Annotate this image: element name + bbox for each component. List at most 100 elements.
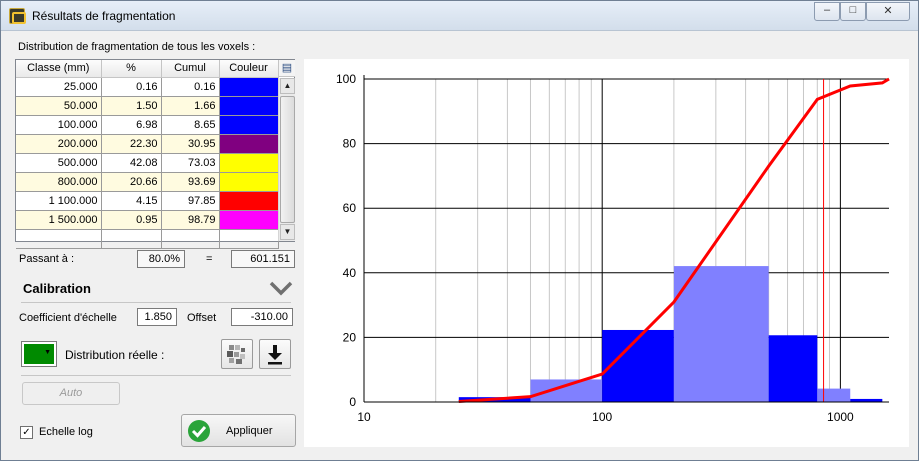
calibration-panel: Calibration Coefficient d'échelle 1.850 … [15, 273, 297, 409]
table-row[interactable]: 25.000 0.16 0.16 [16, 77, 279, 97]
passant-value-field: 601.151 [231, 250, 295, 268]
cell-cumul[interactable]: 73.03 [161, 153, 220, 173]
scroll-up-icon[interactable]: ▲ [280, 78, 295, 94]
cell-pct[interactable]: 20.66 [101, 172, 162, 192]
cell-color-swatch[interactable] [219, 115, 279, 135]
scroll-down-icon[interactable]: ▼ [280, 224, 295, 240]
color-swatch [219, 115, 278, 134]
cell-pct[interactable]: 0.16 [101, 77, 162, 97]
histogram-bar [673, 266, 769, 402]
checkmark-circle-icon [188, 420, 210, 442]
close-button[interactable]: ✕ [866, 2, 910, 21]
chart-svg: 0 20 40 60 80 100 10 100 1000 [336, 72, 890, 424]
table-row[interactable]: 50.000 1.50 1.66 [16, 96, 279, 116]
apply-button[interactable]: Appliquer [181, 414, 296, 447]
table-row[interactable]: 1 500.000 0.95 98.79 [16, 210, 279, 230]
cell-empty[interactable] [101, 229, 162, 249]
color-swatch [219, 134, 278, 153]
equals-sign: = [206, 253, 213, 265]
calibration-divider [21, 302, 291, 303]
cell-cumul[interactable]: 98.79 [161, 210, 220, 230]
cell-cumul[interactable]: 8.65 [161, 115, 220, 135]
cell-classe[interactable]: 1 500.000 [16, 210, 102, 230]
table-row[interactable]: 100.000 6.98 8.65 [16, 115, 279, 135]
maximize-button[interactable]: □ [840, 2, 866, 21]
cell-color-swatch[interactable] [219, 96, 279, 116]
cell-cumul[interactable]: 0.16 [161, 77, 220, 97]
distribution-color-picker[interactable]: ▼ [21, 341, 57, 367]
table-scrollbar[interactable]: ▲ ▼ [278, 78, 295, 241]
x-tick-label: 100 [592, 410, 612, 424]
x-tick-label: 1000 [827, 410, 854, 424]
window: Résultats de fragmentation – □ ✕ Distrib… [0, 0, 919, 461]
chevron-down-icon[interactable] [269, 279, 293, 297]
apply-button-label: Appliquer [226, 425, 273, 437]
cell-pct[interactable]: 0.95 [101, 210, 162, 230]
cell-classe[interactable]: 500.000 [16, 153, 102, 173]
cell-cumul[interactable]: 30.95 [161, 134, 220, 154]
cell-pct[interactable]: 22.30 [101, 134, 162, 154]
coef-label: Coefficient d'échelle [19, 312, 117, 324]
cell-classe[interactable]: 200.000 [16, 134, 102, 154]
auto-button[interactable]: Auto [22, 382, 120, 405]
cell-classe[interactable]: 100.000 [16, 115, 102, 135]
cell-cumul[interactable]: 97.85 [161, 191, 220, 211]
table-row[interactable]: 800.000 20.66 93.69 [16, 172, 279, 192]
offset-label: Offset [187, 312, 217, 324]
color-swatch [219, 77, 278, 96]
column-header-classe[interactable]: Classe (mm) [16, 60, 102, 78]
fragmentation-table[interactable]: Classe (mm) % Cumul Couleur 25.000 0.16 0.… [15, 59, 295, 249]
dropdown-arrow-icon: ▼ [44, 349, 51, 356]
log-scale-checkbox[interactable]: ✓ [20, 426, 33, 439]
color-swatch [219, 191, 278, 210]
passant-percent-field[interactable]: 80.0% [137, 250, 185, 268]
color-swatch [219, 96, 278, 115]
table-row[interactable]: 1 100.000 4.15 97.85 [16, 191, 279, 211]
cell-color-swatch[interactable] [219, 134, 279, 154]
table-options-icon[interactable]: ▤ [278, 60, 295, 77]
cell-pct[interactable]: 4.15 [101, 191, 162, 211]
table-row[interactable]: 200.000 22.30 30.95 [16, 134, 279, 154]
y-tick-label: 100 [336, 72, 356, 86]
coef-input[interactable]: 1.850 [137, 308, 177, 326]
window-title: Résultats de fragmentation [32, 9, 176, 23]
cell-pct[interactable]: 6.98 [101, 115, 162, 135]
passant-label: Passant à : [19, 253, 75, 265]
cell-color-swatch[interactable] [219, 77, 279, 97]
cell-color-swatch[interactable] [219, 210, 279, 230]
table-row[interactable]: 500.000 42.08 73.03 [16, 153, 279, 173]
checkmark-icon: ✓ [22, 427, 31, 438]
cell-pct[interactable]: 1.50 [101, 96, 162, 116]
title-bar: Résultats de fragmentation – □ ✕ [1, 1, 918, 31]
import-distribution-button[interactable] [221, 339, 253, 369]
histogram-bar [602, 329, 674, 402]
cell-empty[interactable] [16, 229, 102, 249]
cell-color-swatch[interactable] [219, 172, 279, 192]
cell-color-swatch[interactable] [219, 191, 279, 211]
cell-classe[interactable]: 1 100.000 [16, 191, 102, 211]
cell-empty[interactable] [219, 229, 279, 249]
color-swatch [219, 172, 278, 191]
grid-pattern-icon [227, 345, 245, 364]
cell-cumul[interactable]: 1.66 [161, 96, 220, 116]
column-header-cumul[interactable]: Cumul [161, 60, 220, 78]
download-button[interactable] [259, 339, 291, 369]
cell-classe[interactable]: 25.000 [16, 77, 102, 97]
y-tick-label: 60 [343, 201, 357, 215]
cell-color-swatch[interactable] [219, 153, 279, 173]
y-tick-label: 0 [349, 395, 356, 409]
minimize-button[interactable]: – [814, 2, 840, 21]
table-row-empty[interactable] [16, 229, 279, 249]
column-header-percent[interactable]: % [101, 60, 162, 78]
cell-empty[interactable] [161, 229, 220, 249]
offset-input[interactable]: -310.00 [231, 308, 293, 326]
histogram-bar [768, 335, 818, 402]
cell-cumul[interactable]: 93.69 [161, 172, 220, 192]
log-scale-label: Echelle log [39, 426, 93, 438]
column-header-couleur[interactable]: Couleur [219, 60, 279, 78]
cell-pct[interactable]: 42.08 [101, 153, 162, 173]
cell-classe[interactable]: 800.000 [16, 172, 102, 192]
cell-classe[interactable]: 50.000 [16, 96, 102, 116]
scroll-thumb[interactable] [280, 96, 295, 223]
minimize-icon: – [823, 4, 831, 16]
